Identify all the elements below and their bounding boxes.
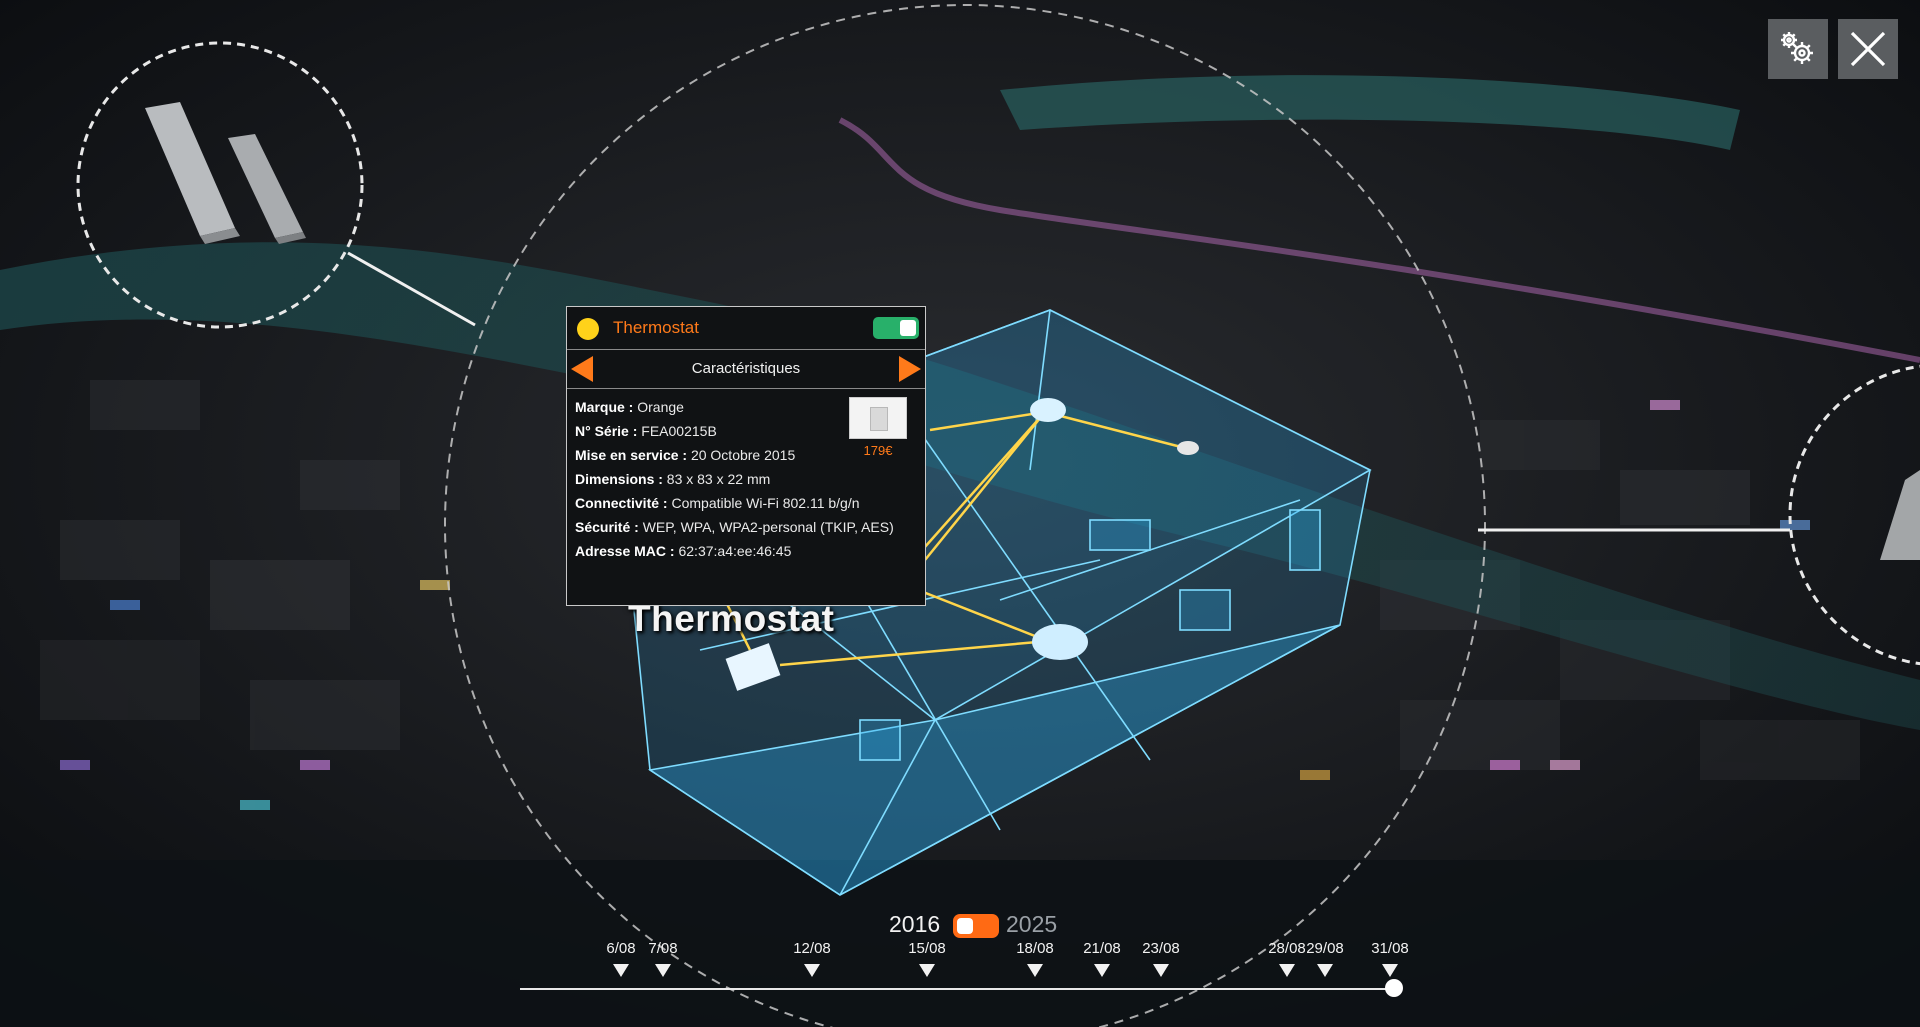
panel-header: Thermostat <box>567 307 925 350</box>
timeline-marker[interactable]: 18/08 <box>1005 940 1065 977</box>
timeline-track[interactable] <box>520 988 1395 990</box>
close-button[interactable] <box>1838 19 1898 79</box>
timeline-marker[interactable]: 23/08 <box>1131 940 1191 977</box>
marker-arrow-icon <box>1153 964 1169 977</box>
spec-value: FEA00215B <box>641 423 717 439</box>
spec-value: 20 Octobre 2015 <box>690 447 796 463</box>
spec-value: 83 x 83 x 22 mm <box>666 471 771 487</box>
spec-label: Dimensions : <box>575 471 663 487</box>
toggle-knob <box>900 320 916 336</box>
spec-label: Sécurité : <box>575 519 639 535</box>
spec-value: Compatible Wi-Fi 802.11 b/g/n <box>671 495 860 511</box>
timeline-date: 18/08 <box>1016 940 1054 957</box>
spec-row-security: Sécurité : WEP, WPA, WPA2-personal (TKIP… <box>575 515 917 539</box>
sensor-node[interactable] <box>1032 624 1088 660</box>
spec-row-connectivity: Connectivité : Compatible Wi-Fi 802.11 b… <box>575 491 917 515</box>
timeline-marker[interactable]: 31/08 <box>1360 940 1420 977</box>
spec-value: 62:37:a4:ee:46:45 <box>678 543 792 559</box>
marker-arrow-icon <box>1382 964 1398 977</box>
marker-arrow-icon <box>919 964 935 977</box>
section-label: Caractéristiques <box>691 360 801 377</box>
timeline-marker[interactable]: 21/08 <box>1072 940 1132 977</box>
timeline-marker[interactable]: 15/08 <box>897 940 957 977</box>
marker-arrow-icon <box>1279 964 1295 977</box>
spec-row-mac: Adresse MAC : 62:37:a4:ee:46:45 <box>575 539 917 563</box>
timeline-date: 29/08 <box>1306 940 1344 957</box>
panel-title: Thermostat <box>613 318 699 337</box>
product-price: 179€ <box>863 443 893 458</box>
timeline-handle[interactable] <box>1385 979 1403 997</box>
marker-arrow-icon <box>1317 964 1333 977</box>
timeline-date: 31/08 <box>1371 940 1409 957</box>
settings-button[interactable] <box>1768 19 1828 79</box>
timeline-date: 23/08 <box>1142 940 1180 957</box>
spec-label: Marque : <box>575 399 634 415</box>
spec-label: Connectivité : <box>575 495 668 511</box>
timeline-date: 21/08 <box>1083 940 1121 957</box>
spec-value: Orange <box>637 399 684 415</box>
year-end[interactable]: 2025 <box>1006 911 1057 938</box>
spec-label: Adresse MAC : <box>575 543 675 559</box>
panel-section-nav: Caractéristiques <box>567 350 925 389</box>
timeline-date: 15/08 <box>908 940 946 957</box>
close-icon <box>1850 31 1886 67</box>
timeline-marker[interactable]: 7/08 <box>633 940 693 977</box>
status-indicator <box>577 318 599 340</box>
spec-label: N° Série : <box>575 423 638 439</box>
spec-label: Mise en service : <box>575 447 688 463</box>
spec-value: WEP, WPA, WPA2-personal (TKIP, AES) <box>642 519 894 535</box>
gears-icon <box>1781 32 1813 64</box>
thermostat-icon <box>870 407 888 431</box>
sensor-node[interactable] <box>1177 441 1199 455</box>
timeline-date: 12/08 <box>793 940 831 957</box>
spec-list: Marque : Orange N° Série : FEA00215B Mis… <box>567 389 925 563</box>
timeline-marker[interactable]: 12/08 <box>782 940 842 977</box>
marker-arrow-icon <box>804 964 820 977</box>
year-start[interactable]: 2016 <box>889 911 940 938</box>
marker-arrow-icon <box>613 964 629 977</box>
sensor-node[interactable] <box>1030 398 1066 422</box>
year-toggle-knob <box>957 918 973 934</box>
spec-row-dimensions: Dimensions : 83 x 83 x 22 mm <box>575 467 917 491</box>
product-thumbnail[interactable] <box>849 397 907 439</box>
marker-arrow-icon <box>1094 964 1110 977</box>
marker-arrow-icon <box>655 964 671 977</box>
device-power-toggle[interactable] <box>873 317 919 339</box>
prev-arrow-icon[interactable] <box>571 356 593 382</box>
device-info-panel: Thermostat Caractéristiques Marque : Ora… <box>566 306 926 606</box>
year-toggle[interactable] <box>953 914 999 938</box>
next-arrow-icon[interactable] <box>899 356 921 382</box>
timeline-marker[interactable]: 29/08 <box>1295 940 1355 977</box>
city-3d-scene[interactable] <box>0 0 1920 1027</box>
marker-arrow-icon <box>1027 964 1043 977</box>
timeline-date: 7/08 <box>648 940 678 957</box>
